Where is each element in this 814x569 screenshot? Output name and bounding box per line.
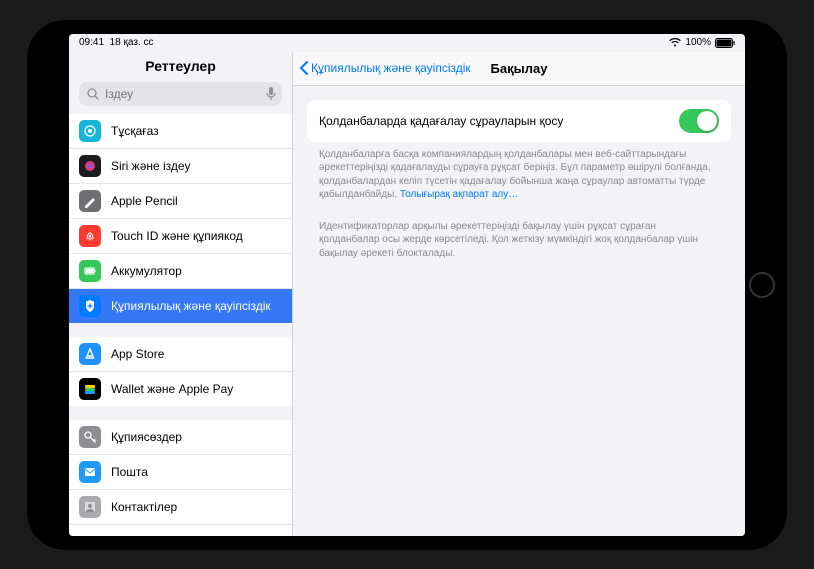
battery-icon <box>715 38 735 48</box>
detail-title: Бақылау <box>491 61 548 76</box>
privacy-icon <box>79 295 101 317</box>
battery-percent: 100% <box>685 37 711 48</box>
calendar-icon: 18 <box>79 531 101 536</box>
learn-more-link[interactable]: Толығырақ ақпарат алу… <box>400 189 518 200</box>
appstore-icon <box>79 343 101 365</box>
sidebar-item-label: Wallet және Apple Pay <box>111 382 282 396</box>
mic-icon[interactable] <box>266 87 276 101</box>
tracking-toggle[interactable] <box>679 109 719 133</box>
sidebar-group: Тұсқағаз Siri және іздеу Apple Pencil Touch… <box>69 114 292 323</box>
sidebar-group: App Store Wallet және Apple Pay <box>69 337 292 406</box>
sidebar-group: ҚұпиясөздерПоштаКонтактілер18КүнтізбеЕск… <box>69 420 292 536</box>
ipad-frame: 09:41 18 қаз. сс 100% Реттеулер <box>27 20 787 550</box>
sidebar-item-wallpaper[interactable]: Тұсқағаз <box>69 114 292 149</box>
screen: 09:41 18 қаз. сс 100% Реттеулер <box>69 34 745 536</box>
sidebar-item-label: Siri және іздеу <box>111 159 282 173</box>
sidebar-item-label: Күнтізбе <box>111 535 282 536</box>
status-date: 18 қаз. сс <box>110 37 154 48</box>
status-time: 09:41 <box>79 37 104 48</box>
tracking-toggle-label: Қолданбаларда қадағалау сұрауларын қосу <box>319 114 563 128</box>
sidebar-item-label: Құпиялылық және қауіпсіздік <box>111 299 282 313</box>
tracking-toggle-row: Қолданбаларда қадағалау сұрауларын қосу <box>307 100 731 142</box>
mail-icon <box>79 461 101 483</box>
sidebar-item-label: Контактілер <box>111 500 282 514</box>
pencil-icon <box>79 190 101 212</box>
status-bar: 09:41 18 қаз. сс 100% <box>69 34 745 52</box>
search-field[interactable] <box>79 82 282 106</box>
sidebar-item-battery[interactable]: Аккумулятор <box>69 254 292 289</box>
sidebar-item-label: Аккумулятор <box>111 264 282 278</box>
wallpaper-icon <box>79 120 101 142</box>
key-icon <box>79 426 101 448</box>
sidebar-item-label: Пошта <box>111 465 282 479</box>
wifi-icon <box>669 38 681 47</box>
sidebar-item-key[interactable]: Құпиясөздер <box>69 420 292 455</box>
home-button[interactable] <box>749 272 775 298</box>
sidebar-item-label: App Store <box>111 347 282 361</box>
sidebar-item-mail[interactable]: Пошта <box>69 455 292 490</box>
touchid-icon <box>79 225 101 247</box>
wallet-icon <box>79 378 101 400</box>
sidebar: Реттеулер Тұсқағаз Siri және іздеу Apple P… <box>69 52 293 536</box>
search-icon <box>87 88 99 100</box>
siri-icon <box>79 155 101 177</box>
sidebar-item-wallet[interactable]: Wallet және Apple Pay <box>69 372 292 406</box>
sidebar-item-touchid[interactable]: Touch ID және құпиякод <box>69 219 292 254</box>
sidebar-item-label: Apple Pencil <box>111 194 282 208</box>
tracking-footer: Қолданбаларға басқа компаниялардың қолда… <box>307 142 731 202</box>
sidebar-item-appstore[interactable]: App Store <box>69 337 292 372</box>
sidebar-item-siri[interactable]: Siri және іздеу <box>69 149 292 184</box>
sidebar-list: Тұсқағаз Siri және іздеу Apple Pencil Touch… <box>69 114 292 536</box>
back-button[interactable]: Құпиялылық және қауіпсіздік <box>293 61 471 75</box>
battery-icon <box>79 260 101 282</box>
sidebar-item-label: Құпиясөздер <box>111 430 282 444</box>
sidebar-item-label: Тұсқағаз <box>111 124 282 138</box>
detail-pane: Құпиялылық және қауіпсіздік Бақылау Қолд… <box>293 52 745 536</box>
sidebar-title: Реттеулер <box>69 52 292 82</box>
detail-header: Құпиялылық және қауіпсіздік Бақылау <box>293 52 745 86</box>
sidebar-item-pencil[interactable]: Apple Pencil <box>69 184 292 219</box>
sidebar-item-contacts[interactable]: Контактілер <box>69 490 292 525</box>
sidebar-item-label: Touch ID және құпиякод <box>111 229 282 243</box>
sidebar-item-calendar[interactable]: 18 Күнтізбе <box>69 525 292 536</box>
back-label: Құпиялылық және қауіпсіздік <box>311 61 471 75</box>
search-input[interactable] <box>105 87 260 101</box>
contacts-icon <box>79 496 101 518</box>
tracking-note: Идентификаторлар арқылы әрекеттеріңізді … <box>307 202 731 261</box>
sidebar-item-privacy[interactable]: Құпиялылық және қауіпсіздік <box>69 289 292 323</box>
